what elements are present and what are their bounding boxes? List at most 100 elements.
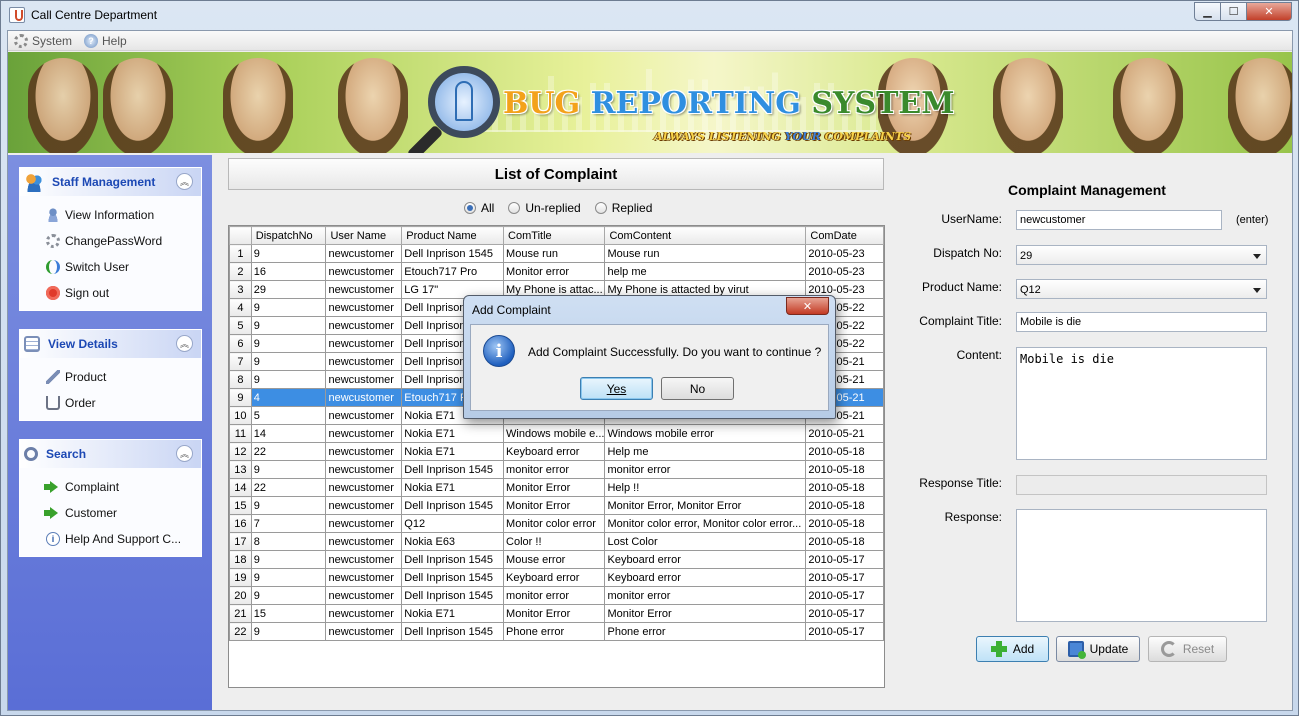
table-row[interactable]: 17 8 newcustomer Nokia E63 Color !! Lost Colo… [229,532,884,551]
table-cell: 9 [250,370,327,389]
response-textarea[interactable] [1016,509,1267,622]
sidebar-item-switch-user[interactable]: Switch User [46,254,201,280]
table-cell: Phone error [503,622,606,641]
table-cell: 9 [250,334,327,353]
update-button[interactable]: Update [1056,636,1140,662]
radio-label: Un-replied [525,201,581,215]
column-header[interactable]: Product Name [401,226,505,245]
row-number: 12 [229,442,252,461]
no-button[interactable]: No [661,377,734,400]
help-icon: ? [84,33,99,48]
table-cell: 2010-05-18 [805,532,884,551]
filter-replied-radio[interactable]: Replied [594,201,652,215]
view-details-header[interactable]: View Details ︽ [20,330,201,358]
table-cell: Mouse run [604,244,807,263]
agent-photo [338,58,408,153]
table-cell: Keyboard error [604,550,807,569]
no-label: No [689,381,706,396]
product-value: Q12 [1020,284,1041,296]
sidebar-item-help-support[interactable]: i Help And Support C... [46,526,201,552]
close-button[interactable]: ✕ [1246,2,1292,21]
table-row[interactable]: 11 14 newcustomer Nokia E71 Windows mobile e… [229,424,884,443]
username-field[interactable]: newcustomer [1016,210,1222,230]
sidebar-item-customer[interactable]: Customer [44,500,201,526]
menu-help[interactable]: ? Help [84,33,127,48]
window-title: Call Centre Department [31,8,158,22]
content-textarea[interactable]: Mobile is die [1016,347,1267,460]
sidebar-item-order[interactable]: Order [46,390,201,416]
filter-unreplied-radio[interactable]: Un-replied [508,201,581,215]
table-cell: newcustomer [325,622,403,641]
filter-all-radio[interactable]: All [464,201,494,215]
add-button[interactable]: Add [976,636,1049,662]
enter-hint: (enter) [1236,214,1269,226]
row-number: 14 [229,478,252,497]
sidebar-item-complaint[interactable]: Complaint [44,474,201,500]
response-title-label: Response Title: [919,476,1002,490]
sidebar-item-change-password[interactable]: ChangePassWord [46,228,201,254]
sidebar-item-sign-out[interactable]: Sign out [46,280,201,306]
column-header[interactable]: ComTitle [503,226,606,245]
table-cell: 9 [250,496,327,515]
staff-management-group: Staff Management ︽ View Information Chan… [19,167,202,311]
title-bar[interactable]: Call Centre Department ▁ ☐ ✕ [1,1,1298,30]
reset-button[interactable]: Reset [1148,636,1227,662]
table-cell: 9 [250,586,327,605]
column-header[interactable]: ComContent [604,226,807,245]
table-row[interactable]: 15 9 newcustomer Dell Inprison 1545 Monitor … [229,496,884,515]
collapse-icon[interactable]: ︽ [176,173,193,190]
product-select[interactable]: Q12 [1016,279,1267,299]
header-banner: BUG REPORTING SYSTEM ALWAYS LISTENING YO… [8,52,1292,153]
chevron-down-icon [1253,288,1261,293]
table-row[interactable]: 19 9 newcustomer Dell Inprison 1545 Keyboard… [229,568,884,587]
table-row[interactable]: 13 9 newcustomer Dell Inprison 1545 monitor … [229,460,884,479]
row-number-header[interactable] [229,226,252,245]
sidebar-item-product[interactable]: Product [46,364,201,390]
table-row[interactable]: 14 22 newcustomer Nokia E71 Monitor Error Hel… [229,478,884,497]
table-cell: Monitor Error [503,478,606,497]
table-cell: 2010-05-17 [805,622,884,641]
staff-management-header[interactable]: Staff Management ︽ [20,168,201,196]
collapse-icon[interactable]: ︽ [176,335,193,352]
table-row[interactable]: 21 15 newcustomer Nokia E71 Monitor Error Mon… [229,604,884,623]
table-cell: 2010-05-17 [805,568,884,587]
dialog-close-button[interactable]: ✕ [786,297,829,315]
minimize-button[interactable]: ▁ [1194,2,1221,21]
table-row[interactable]: 1 9 newcustomer Dell Inprison 1545 Mouse run… [229,244,884,263]
table-cell: 9 [250,298,327,317]
column-header[interactable]: User Name [325,226,403,245]
column-header[interactable]: ComDate [805,226,884,245]
table-cell: Keyboard error [604,568,807,587]
yes-button[interactable]: Yes [580,377,653,400]
table-row[interactable]: 12 22 newcustomer Nokia E71 Keyboard error He… [229,442,884,461]
table-cell: 9 [250,460,327,479]
user-icon [46,208,60,222]
username-label: UserName: [941,212,1002,226]
search-header[interactable]: Search ︽ [20,440,201,468]
table-row[interactable]: 16 7 newcustomer Q12 Monitor color error Moni… [229,514,884,533]
sidebar-item-label: Order [65,396,96,410]
refresh-icon [1160,641,1177,657]
table-row[interactable]: 2 16 newcustomer Etouch717 Pro Monitor error… [229,262,884,281]
table-row[interactable]: 20 9 newcustomer Dell Inprison 1545 monitor … [229,586,884,605]
table-row[interactable]: 18 9 newcustomer Dell Inprison 1545 Mouse er… [229,550,884,569]
table-cell: Etouch717 Pro [401,262,505,281]
collapse-icon[interactable]: ︽ [176,445,193,462]
table-cell: Windows mobile e... [503,424,606,443]
maximize-button[interactable]: ☐ [1220,2,1247,21]
table-cell: monitor error [503,460,606,479]
menu-system[interactable]: System [14,33,72,48]
table-cell: 9 [250,244,327,263]
dispatch-select[interactable]: 29 [1016,245,1267,265]
sidebar-item-view-information[interactable]: View Information [46,202,201,228]
gear-icon [46,234,60,248]
table-row[interactable]: 22 9 newcustomer Dell Inprison 1545 Phone er… [229,622,884,641]
complaint-title-label: Complaint Title: [919,314,1002,328]
table-cell: Help me [604,442,807,461]
row-number: 7 [229,352,252,371]
complaint-title-field[interactable]: Mobile is die [1016,312,1267,332]
table-cell: newcustomer [325,514,403,533]
table-cell: Color !! [503,532,606,551]
column-header[interactable]: DispatchNo [250,226,327,245]
yes-label: Yes [606,381,627,396]
